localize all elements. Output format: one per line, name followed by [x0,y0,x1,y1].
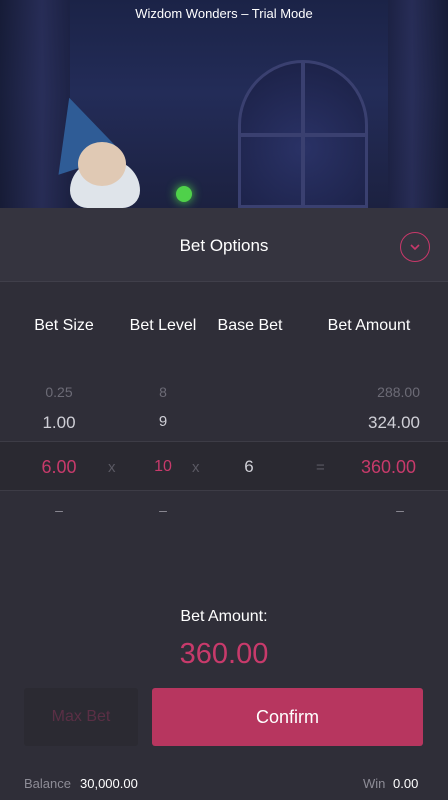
bet-amount-value: 360.00 [179,638,269,670]
bet-amount-label: Bet Amount: [180,608,268,625]
bet-amount-option[interactable]: 324.00 [340,413,420,433]
equals-sign: = [316,459,325,476]
column-header-bet-size: Bet Size [34,317,94,334]
potion-glow [176,186,192,202]
footer-bar: Balance 30,000.00 Win 0.00 [0,776,448,800]
game-scene: Wizdom Wonders – Trial Mode [0,0,448,208]
column-header-bet-level: Bet Level [129,317,197,334]
bet-amount-option[interactable]: – [380,502,420,518]
selected-bet-row: 6.00 x 10 x 6 = 360.00 [0,441,448,491]
bet-level-option[interactable]: – [126,502,200,518]
selected-bet-level[interactable]: 10 [138,458,188,476]
bet-level-option[interactable]: 9 [126,413,200,430]
bet-level-option[interactable]: 8 [126,384,200,400]
collapse-button[interactable] [400,232,430,262]
app-root: Wizdom Wonders – Trial Mode Bet Options … [0,0,448,800]
max-bet-button[interactable]: Max Bet [24,688,138,746]
multiply-sign: x [108,459,116,476]
selected-bet-amount[interactable]: 360.00 [330,457,416,478]
selected-bet-size[interactable]: 6.00 [24,457,94,478]
win-value: 0.00 [393,776,419,791]
curtain-right [388,0,448,208]
arched-window [238,60,368,208]
column-header-bet-amount: Bet Amount [327,317,411,334]
bet-size-option[interactable]: 1.00 [22,413,96,433]
bet-amount-option[interactable]: 288.00 [340,384,420,400]
panel-header: Bet Options [0,208,448,282]
bet-size-option[interactable]: – [22,502,96,518]
multiply-sign: x [192,459,200,476]
balance-value: 30,000.00 [80,776,138,791]
selected-base-bet: 6 [244,457,254,476]
bet-options-panel: Bet Options Bet Size Bet Level Base Bet … [0,208,448,800]
panel-title: Bet Options [179,236,269,255]
confirm-button[interactable]: Confirm [152,688,423,746]
game-title: Wizdom Wonders – Trial Mode [135,6,313,21]
balance-label: Balance [24,776,71,791]
bet-size-option[interactable]: 0.25 [22,384,96,400]
win-label: Win [363,776,386,791]
wizard-face [78,142,126,186]
column-header-base-bet: Base Bet [217,317,283,334]
chevron-down-icon [410,244,420,251]
